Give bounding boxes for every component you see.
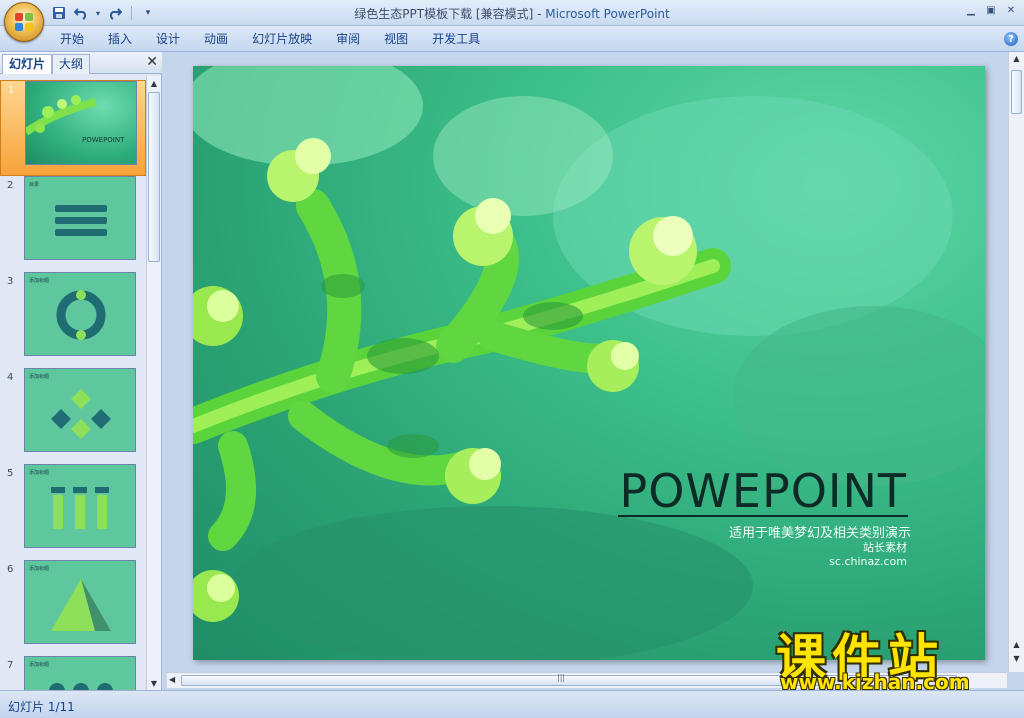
thumbnail-title: 添加标题 xyxy=(29,566,50,572)
tab-slideshow[interactable]: 幻灯片放映 xyxy=(240,30,324,50)
scrollbar-handle[interactable] xyxy=(148,92,160,262)
tab-review[interactable]: 审阅 xyxy=(324,30,372,50)
thumbnail-title: 添加标题 xyxy=(29,662,50,668)
title-underline xyxy=(618,515,908,517)
app-name: Microsoft PowerPoint xyxy=(545,7,670,21)
scroll-down-icon[interactable]: ▼ xyxy=(147,676,161,690)
slide-number: 3 xyxy=(7,276,14,287)
window-title: 绿色生态PPT模板下载 [兼容模式] - Microsoft PowerPoin… xyxy=(0,5,1024,22)
slide-vertical-scrollbar[interactable]: ▲ ▲ ▼ xyxy=(1008,52,1024,672)
office-logo-icon xyxy=(15,13,33,31)
slide-indicator: 幻灯片 1/11 xyxy=(8,700,75,714)
scrollbar-grip-icon: ||| xyxy=(557,673,566,682)
close-icon[interactable]: ✕ xyxy=(1002,2,1020,18)
thumbnail-list: 1 POWEPOINT 2 目录 3 添加标题 4 添加标题 5 添加标题 6 … xyxy=(0,76,146,690)
tab-home[interactable]: 开始 xyxy=(48,30,96,50)
thumbnail-title: 添加标题 xyxy=(29,278,50,284)
slide-thumbnail-3[interactable]: 3 添加标题 xyxy=(0,272,146,368)
slide-preview: 添加标题 xyxy=(24,560,136,644)
close-panel-icon[interactable]: ✕ xyxy=(146,54,158,70)
slides-panel: 幻灯片 大纲 ✕ 1 POWEPOINT 2 目录 3 添加标题 4 添加标题 … xyxy=(0,52,162,690)
title-bar: ▾ ▾ 绿色生态PPT模板下载 [兼容模式] - Microsoft Power… xyxy=(0,0,1024,26)
slide-url[interactable]: sc.chinaz.com xyxy=(829,555,907,568)
prev-slide-icon[interactable]: ▲ xyxy=(1009,640,1024,649)
editing-area: POWEPOINT 适用于唯美梦幻及相关类别演示 站长素材 sc.chinaz.… xyxy=(163,52,1024,690)
slide-preview: POWEPOINT xyxy=(25,81,137,165)
slide-title[interactable]: POWEPOINT xyxy=(619,464,907,518)
slide-preview: 添加标题 xyxy=(24,464,136,548)
triangle-diagram xyxy=(51,579,111,631)
tab-insert[interactable]: 插入 xyxy=(96,30,144,50)
slide-thumbnail-1[interactable]: 1 POWEPOINT xyxy=(0,80,146,176)
office-button[interactable] xyxy=(4,2,44,42)
watermark: 课件站 www.kjzhan.com xyxy=(776,618,1008,694)
leaf-artwork xyxy=(193,66,985,660)
slide-number: 2 xyxy=(7,180,14,191)
slide-author[interactable]: 站长素材 xyxy=(863,539,907,555)
slide-preview: 添加标题 xyxy=(24,272,136,356)
slide-thumbnail-4[interactable]: 4 添加标题 xyxy=(0,368,146,464)
slide-thumbnail-2[interactable]: 2 目录 xyxy=(0,176,146,272)
current-slide[interactable]: POWEPOINT 适用于唯美梦幻及相关类别演示 站长素材 sc.chinaz.… xyxy=(193,66,985,660)
cycle-diagram xyxy=(56,290,106,340)
tab-design[interactable]: 设计 xyxy=(144,30,192,50)
slide-number: 5 xyxy=(7,468,14,479)
scroll-up-icon[interactable]: ▲ xyxy=(147,76,161,90)
tab-animation[interactable]: 动画 xyxy=(192,30,240,50)
slide-number: 6 xyxy=(7,564,14,575)
thumbnail-title: 目录 xyxy=(29,182,40,188)
thumbnail-scrollbar[interactable]: ▲ ▼ xyxy=(146,76,161,690)
diamond-diagram xyxy=(51,389,111,439)
slide-number: 7 xyxy=(7,660,14,671)
thumbnail-cover-text: POWEPOINT xyxy=(82,136,125,144)
tab-view[interactable]: 视图 xyxy=(372,30,420,50)
slide-thumbnail-6[interactable]: 6 添加标题 xyxy=(0,560,146,656)
next-slide-icon[interactable]: ▼ xyxy=(1009,654,1024,663)
agenda-shapes xyxy=(55,205,107,236)
slide-preview: 目录 xyxy=(24,176,136,260)
slide-thumbnail-5[interactable]: 5 添加标题 xyxy=(0,464,146,560)
ribbon-tabs: 开始 插入 设计 动画 幻灯片放映 审阅 视图 开发工具 xyxy=(48,30,492,50)
help-icon[interactable]: ? xyxy=(1004,32,1018,46)
slide-number: 1 xyxy=(8,85,15,96)
scroll-left-icon[interactable]: ◀ xyxy=(169,675,175,684)
scroll-up-icon[interactable]: ▲ xyxy=(1009,54,1024,63)
tab-developer[interactable]: 开发工具 xyxy=(420,30,492,50)
slide-preview: 添加标题 xyxy=(24,656,136,690)
column-diagram xyxy=(51,487,109,529)
thumbnail-title: 添加标题 xyxy=(29,374,50,380)
window-controls: ▁ ▣ ✕ xyxy=(962,2,1020,18)
restore-icon[interactable]: ▣ xyxy=(982,2,1000,18)
tab-outline[interactable]: 大纲 xyxy=(52,54,91,74)
ribbon: 开始 插入 设计 动画 幻灯片放映 审阅 视图 开发工具 ? xyxy=(0,26,1024,52)
tab-slides[interactable]: 幻灯片 xyxy=(2,54,53,74)
minimize-icon[interactable]: ▁ xyxy=(962,2,980,18)
cover-art xyxy=(26,95,97,136)
slide-number: 4 xyxy=(7,372,14,383)
document-title: 绿色生态PPT模板下载 [兼容模式] xyxy=(354,7,534,21)
title-separator: - xyxy=(533,7,546,21)
scrollbar-handle[interactable] xyxy=(1011,70,1022,114)
panel-tabs: 幻灯片 大纲 ✕ xyxy=(0,52,162,74)
slide-preview: 添加标题 xyxy=(24,368,136,452)
thumbnail-title: 添加标题 xyxy=(29,470,50,476)
slide-thumbnail-7[interactable]: 7 添加标题 xyxy=(0,656,146,690)
status-bar: 幻灯片 1/11 xyxy=(0,690,1024,718)
